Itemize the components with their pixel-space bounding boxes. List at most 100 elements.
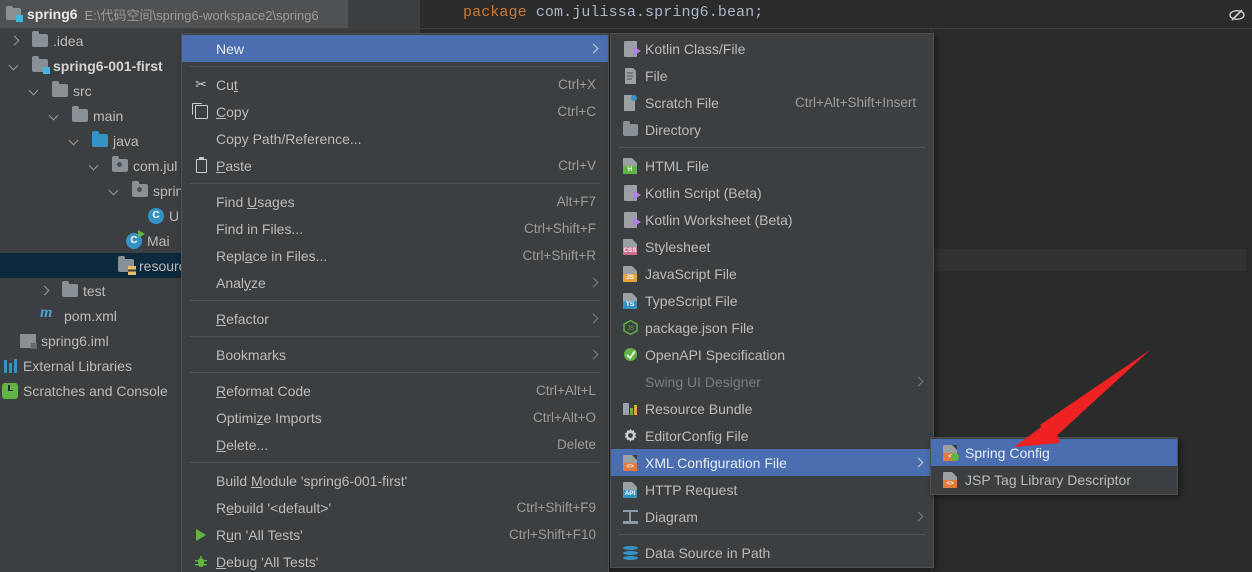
tree-item-label: com.jul: [133, 157, 178, 174]
menu-item-label: Kotlin Class/File: [645, 40, 746, 57]
eye-off-icon[interactable]: [1228, 6, 1246, 24]
chevron-down-icon[interactable]: [108, 185, 120, 197]
menu-item-delete[interactable]: Delete... Delete: [182, 431, 608, 458]
menu-item-label: Build Module 'spring6-001-first': [216, 472, 408, 489]
menu-item-new[interactable]: New: [182, 35, 608, 62]
menu-item-analyze[interactable]: Analyze: [182, 269, 608, 296]
menu-item-label: Copy Path/Reference...: [216, 130, 362, 147]
chevron-down-icon[interactable]: [68, 135, 80, 147]
submenu-item-kotlin-script[interactable]: Kotlin Script (Beta): [611, 179, 933, 206]
new-submenu[interactable]: Kotlin Class/File File Scratch File Ctrl…: [610, 33, 934, 568]
chevron-down-icon[interactable]: [48, 110, 60, 122]
submenu-item-openapi-specification[interactable]: OpenAPI Specification: [611, 341, 933, 368]
menu-separator: [619, 534, 925, 535]
menu-item-run-all-tests[interactable]: Run 'All Tests' Ctrl+Shift+F10: [182, 521, 608, 548]
submenu-item-stylesheet[interactable]: CSS Stylesheet: [611, 233, 933, 260]
chevron-right-icon[interactable]: [8, 35, 20, 47]
menu-item-refactor[interactable]: Refactor: [182, 305, 608, 332]
submenu-item-diagram[interactable]: Diagram: [611, 503, 933, 530]
menu-item-bookmarks[interactable]: Bookmarks: [182, 341, 608, 368]
menu-item-find-usages[interactable]: Find Usages Alt+F7: [182, 188, 608, 215]
menu-item-label: Paste: [216, 157, 252, 174]
blank-icon: [192, 40, 210, 58]
chevron-down-icon[interactable]: [8, 60, 20, 72]
menu-item-optimize-imports[interactable]: Optimize Imports Ctrl+Alt+O: [182, 404, 608, 431]
debug-icon: [192, 553, 210, 571]
kotlin-script-icon: [621, 184, 641, 202]
submenu-item-resource-bundle[interactable]: Resource Bundle: [611, 395, 933, 422]
submenu-item-jsp-tag-library-descriptor[interactable]: <> JSP Tag Library Descriptor: [931, 466, 1177, 493]
xml-configuration-submenu[interactable]: < Spring Config <> JSP Tag Library Descr…: [930, 437, 1178, 495]
menu-item-shortcut: Ctrl+Alt+Shift+Insert: [795, 95, 917, 110]
submenu-item-data-source-in-path[interactable]: Data Source in Path: [611, 539, 933, 566]
menu-separator: [190, 66, 600, 67]
submenu-item-javascript-file[interactable]: JS JavaScript File: [611, 260, 933, 287]
submenu-item-spring-config[interactable]: < Spring Config: [931, 439, 1177, 466]
blank-icon: [192, 472, 210, 490]
submenu-item-file[interactable]: File: [611, 62, 933, 89]
menu-item-shortcut: Ctrl+Shift+F10: [508, 527, 596, 542]
folder-icon: [62, 281, 78, 297]
ts-file-icon: TS: [621, 292, 639, 310]
submenu-item-package-json-file[interactable]: JS package.json File: [611, 314, 933, 341]
menu-item-debug-all-tests[interactable]: Debug 'All Tests': [182, 548, 608, 572]
menu-item-copy-path-reference[interactable]: Copy Path/Reference...: [182, 125, 608, 152]
submenu-item-scratch-file[interactable]: Scratch File Ctrl+Alt+Shift+Insert: [611, 89, 933, 116]
menu-item-label: New: [216, 40, 245, 57]
package-icon: [132, 181, 148, 197]
blank-icon: [192, 247, 210, 265]
menu-item-label: OpenAPI Specification: [645, 346, 786, 363]
resource-bundle-icon: [621, 400, 639, 418]
submenu-item-html-file[interactable]: H HTML File: [611, 152, 933, 179]
module-folder-icon: [32, 56, 50, 74]
menu-item-replace-in-files[interactable]: Replace in Files... Ctrl+Shift+R: [182, 242, 608, 269]
context-menu[interactable]: New ✂ Cut Ctrl+X Copy Ctrl+C Copy Path/R…: [181, 33, 609, 572]
runnable-class-icon: [126, 229, 145, 249]
menu-item-shortcut: Ctrl+Shift+F: [523, 221, 596, 236]
menu-item-label: Delete...: [216, 436, 269, 453]
blank-icon: [192, 382, 210, 400]
submenu-item-kotlin-class-file[interactable]: Kotlin Class/File: [611, 35, 933, 62]
chevron-down-icon[interactable]: [28, 85, 40, 97]
ide-window: 1 package com.julissa.spring6.bean; spri…: [0, 0, 1252, 572]
menu-item-label: Replace in Files...: [216, 247, 328, 264]
menu-item-label: Find in Files...: [216, 220, 304, 237]
svg-text:JS: JS: [626, 326, 633, 332]
html-file-icon: H: [621, 157, 639, 175]
menu-item-label: JSP Tag Library Descriptor: [965, 471, 1131, 488]
submenu-item-editorconfig-file[interactable]: EditorConfig File: [611, 422, 933, 449]
project-name: spring6: [27, 6, 78, 22]
menu-item-label: Optimize Imports: [216, 409, 322, 426]
copy-icon: [191, 102, 210, 121]
tree-item-label: .idea: [53, 32, 84, 49]
css-file-icon: CSS: [621, 238, 639, 256]
project-header[interactable]: spring6 E:\代码空间\spring6-workspace2\sprin…: [0, 0, 348, 28]
menu-item-label: Rebuild '<default>': [216, 499, 332, 516]
chevron-right-icon[interactable]: [38, 285, 50, 297]
submenu-item-xml-configuration-file[interactable]: <> XML Configuration File: [611, 449, 933, 476]
menu-item-shortcut: Ctrl+Shift+F9: [516, 500, 596, 515]
code-line-1: package com.julissa.spring6.bean;: [463, 4, 763, 21]
blank-icon: [621, 373, 639, 391]
chevron-down-icon[interactable]: [88, 160, 100, 172]
submenu-item-kotlin-worksheet[interactable]: Kotlin Worksheet (Beta): [611, 206, 933, 233]
class-icon: [148, 207, 164, 224]
submenu-item-http-request[interactable]: API HTTP Request: [611, 476, 933, 503]
menu-item-build-module[interactable]: Build Module 'spring6-001-first': [182, 467, 608, 494]
paste-icon: [192, 156, 210, 175]
tree-item-label: test: [83, 282, 106, 299]
menu-item-shortcut: Ctrl+V: [558, 158, 596, 173]
menu-separator: [619, 147, 925, 148]
menu-item-cut[interactable]: ✂ Cut Ctrl+X: [182, 71, 608, 98]
menu-item-find-in-files[interactable]: Find in Files... Ctrl+Shift+F: [182, 215, 608, 242]
blank-icon: [192, 409, 210, 427]
menu-item-copy[interactable]: Copy Ctrl+C: [182, 98, 608, 125]
menu-item-reformat-code[interactable]: Reformat Code Ctrl+Alt+L: [182, 377, 608, 404]
submenu-item-typescript-file[interactable]: TS TypeScript File: [611, 287, 933, 314]
chevron-right-icon: [915, 378, 923, 386]
blank-icon: [192, 346, 210, 364]
menu-item-paste[interactable]: Paste Ctrl+V: [182, 152, 608, 179]
menu-item-rebuild[interactable]: Rebuild '<default>' Ctrl+Shift+F9: [182, 494, 608, 521]
submenu-item-directory[interactable]: Directory: [611, 116, 933, 143]
menu-item-label: Spring Config: [965, 444, 1050, 461]
